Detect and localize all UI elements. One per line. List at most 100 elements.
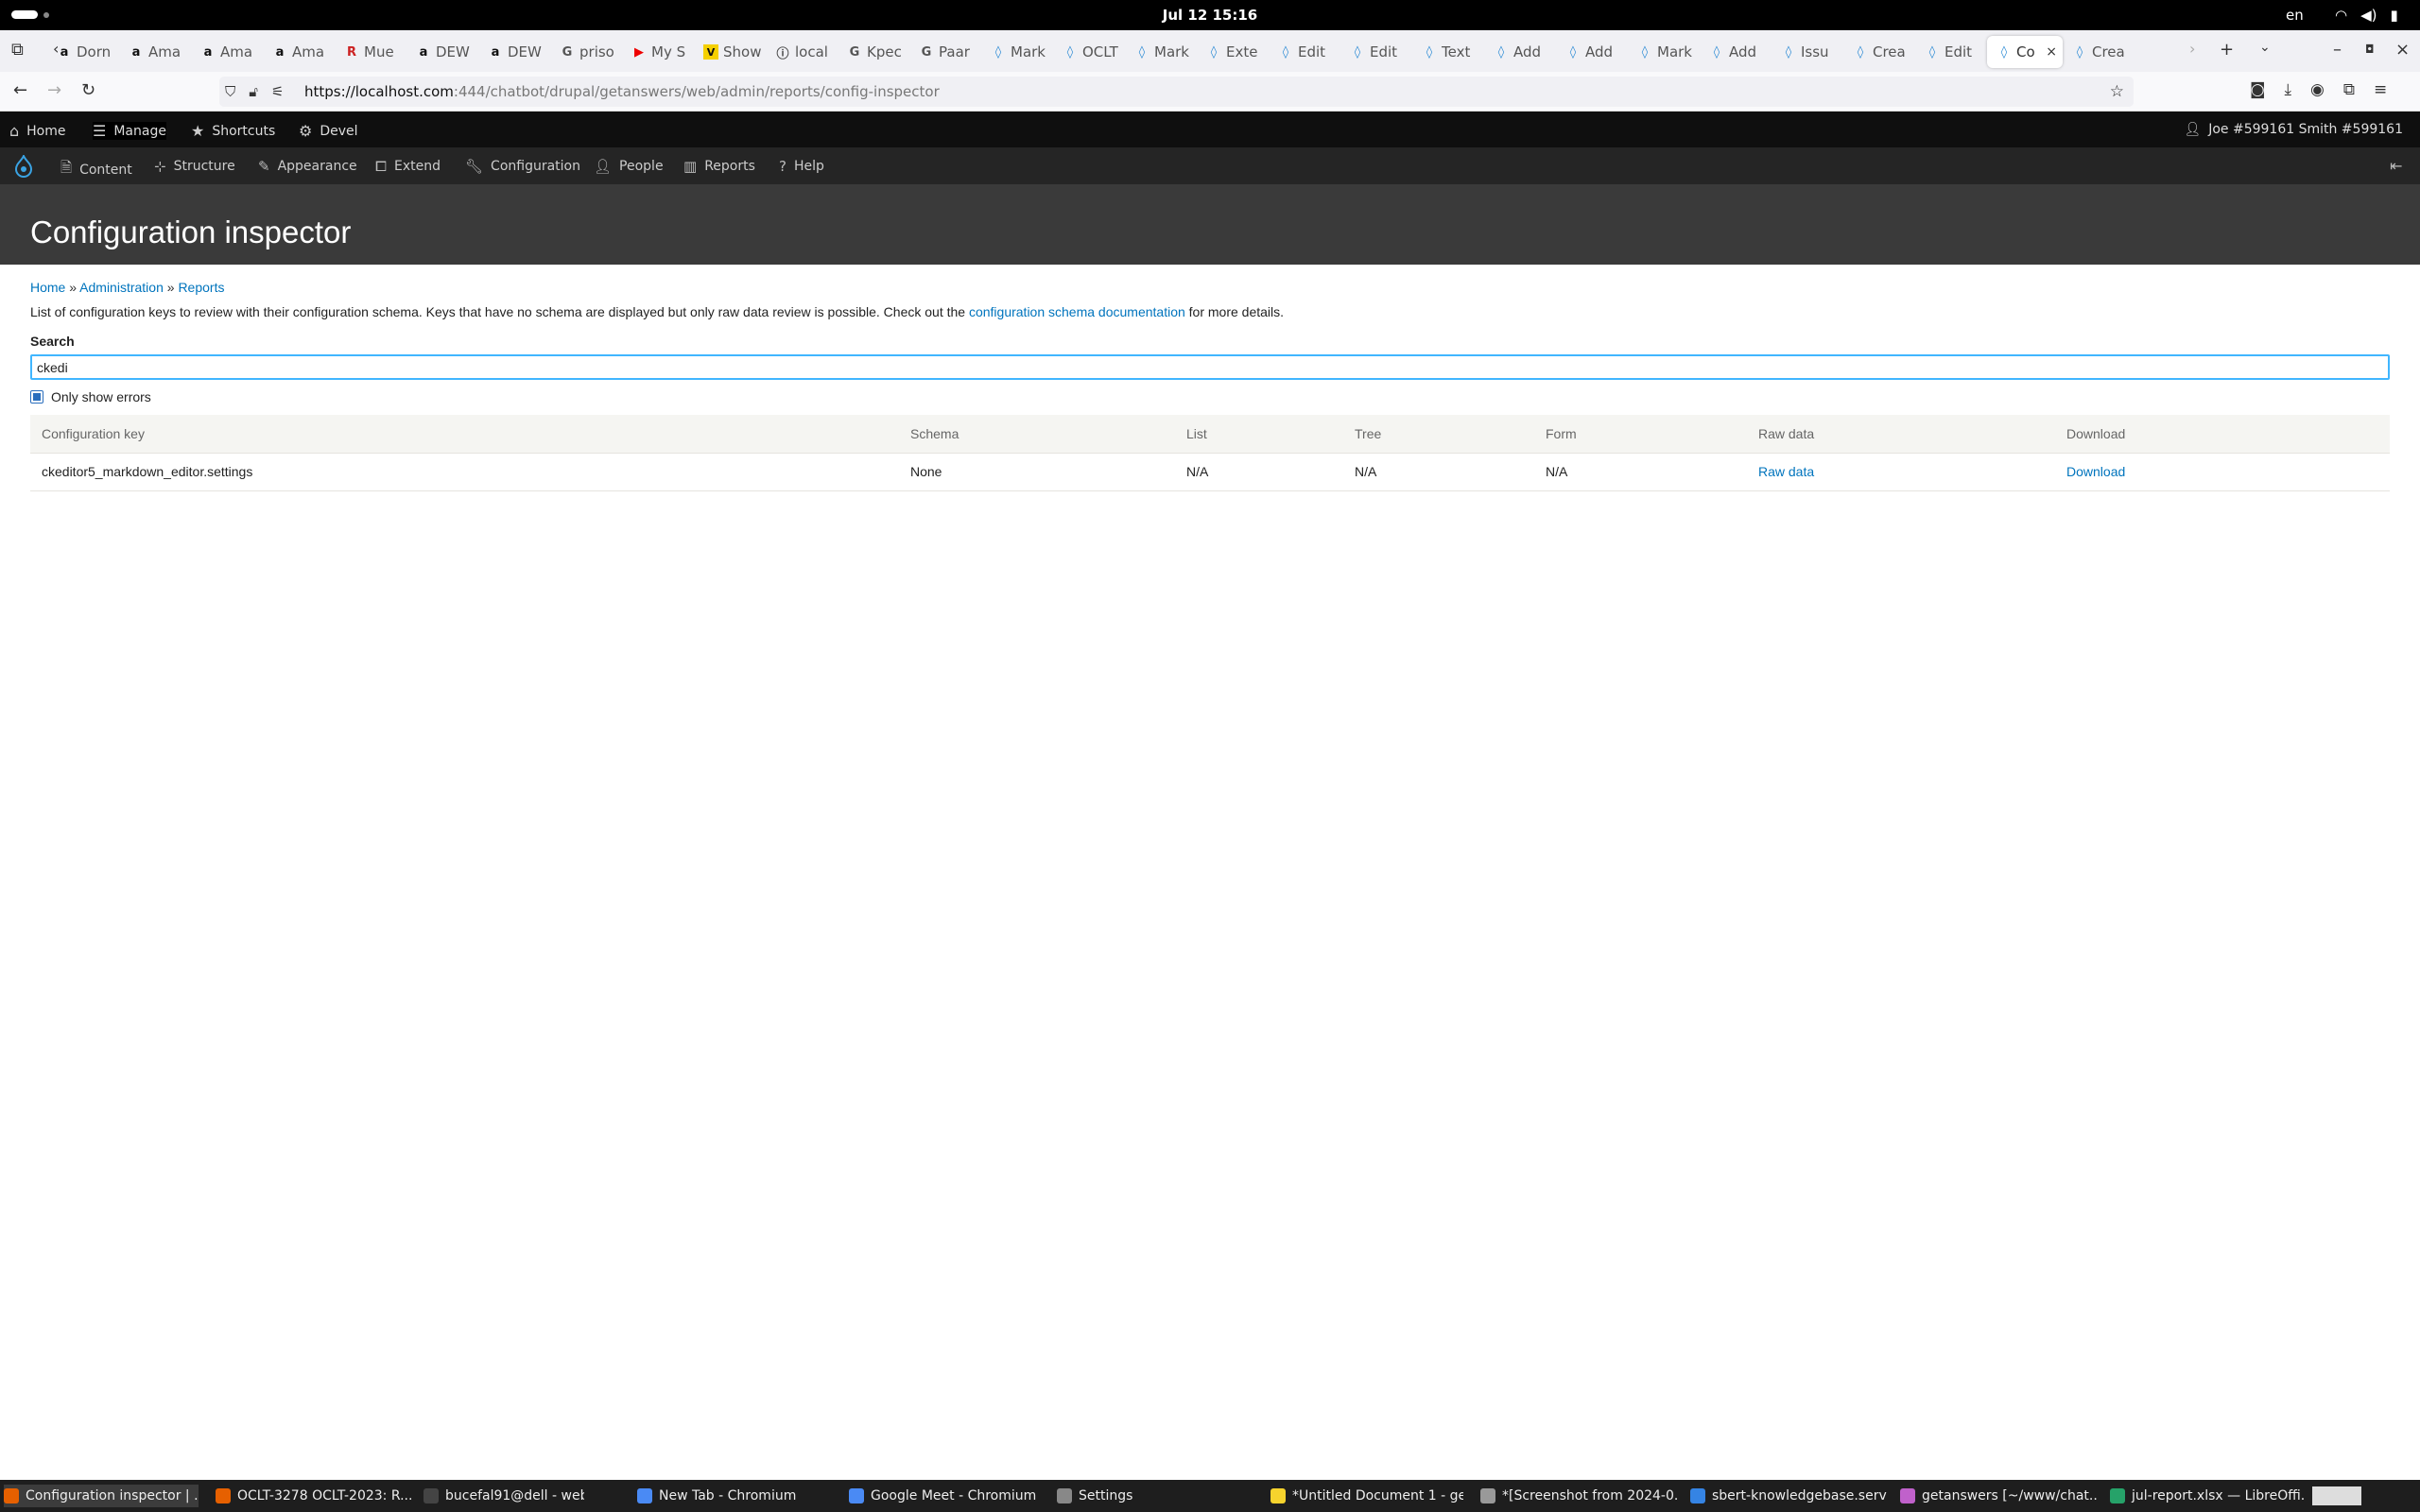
browser-tab[interactable]: ⓘ local — [766, 36, 838, 68]
browser-tab[interactable]: a Ama — [119, 36, 191, 68]
browser-tab[interactable]: V Show — [694, 36, 766, 68]
browser-tab[interactable]: a DEW — [478, 36, 550, 68]
tray-people[interactable]: 👤︎ People — [594, 158, 664, 175]
browser-tab[interactable]: G Kpec — [838, 36, 909, 68]
toolbar-shortcuts[interactable]: ★ Shortcuts — [191, 122, 275, 140]
download-link[interactable]: Download — [2066, 464, 2125, 479]
tab-overview-icon[interactable]: ⧉ — [11, 40, 24, 60]
taskbar-item[interactable]: getanswers [~/www/chat... — [1900, 1485, 2099, 1507]
pocket-icon[interactable]: ◙ — [2250, 80, 2266, 99]
amazon-icon: a — [203, 44, 213, 60]
drupal-icon: ◊ — [1928, 44, 1936, 60]
taskbar-item[interactable]: Google Meet - Chromium — [849, 1485, 1042, 1507]
browser-tab[interactable]: ◊ Crea — [2063, 36, 2135, 68]
toolbar-home[interactable]: ⌂ Home — [9, 122, 66, 140]
browser-tab[interactable]: R Mue — [335, 36, 406, 68]
browser-tab[interactable]: a Ama — [191, 36, 263, 68]
shield-icon[interactable]: ⛉ — [225, 83, 235, 100]
browser-tab[interactable]: ◊ Exte — [1197, 36, 1269, 68]
browser-tab[interactable]: a DEW — [406, 36, 478, 68]
show-desktop-button[interactable] — [2312, 1486, 2361, 1505]
header-raw-data: Raw data — [1747, 415, 2055, 454]
taskbar-item[interactable]: *Untitled Document 1 - ge... — [1270, 1485, 1463, 1507]
browser-tab[interactable]: ◊ Edit — [1269, 36, 1340, 68]
taskbar-item[interactable]: OCLT-3278 OCLT-2023: R... — [216, 1485, 418, 1507]
reload-button[interactable]: ↻ — [81, 80, 95, 100]
browser-tab[interactable]: ◊ Add — [1700, 36, 1772, 68]
search-input[interactable] — [30, 354, 2390, 380]
browser-tab[interactable]: ◊ Add — [1484, 36, 1556, 68]
bookmark-star-icon[interactable]: ☆ — [2110, 82, 2124, 101]
permissions-icon[interactable]: ⚟ — [271, 83, 284, 100]
taskbar-item[interactable]: bucefal91@dell - web — [424, 1485, 584, 1507]
header-configuration-key: Configuration key — [30, 415, 899, 454]
taskbar-item[interactable]: Settings — [1057, 1485, 1178, 1507]
system-tray[interactable]: ◠ ◀) ▮ — [2335, 7, 2398, 24]
app-icon — [1900, 1488, 1915, 1503]
browser-tab[interactable]: Gpriso — [550, 36, 622, 68]
breadcrumb-reports[interactable]: Reports — [178, 280, 224, 295]
toolbar-shortcuts-label: Shortcuts — [212, 123, 276, 139]
browser-tab[interactable]: ◊ Mark — [1125, 36, 1197, 68]
browser-tab[interactable]: ◊ Mark — [1628, 36, 1700, 68]
address-bar[interactable]: ⛉ 🔓︎ ⚟ https://localhost.com:444/chatbot… — [219, 77, 2134, 107]
browser-tab[interactable]: ◊ Mark — [981, 36, 1053, 68]
tray-appearance[interactable]: ✎ Appearance — [258, 158, 357, 175]
browser-tab[interactable]: ◊ Add — [1556, 36, 1628, 68]
new-tab-button[interactable]: + — [2220, 40, 2234, 60]
breadcrumb-home[interactable]: Home — [30, 280, 65, 295]
keyboard-language[interactable]: en — [2286, 7, 2304, 24]
raw-data-link[interactable]: Raw data — [1758, 464, 1814, 479]
browser-tab[interactable]: ◊ OCLT — [1053, 36, 1125, 68]
account-icon[interactable]: ◉ — [2310, 80, 2325, 99]
browser-tab[interactable]: ▶ My S — [622, 36, 694, 68]
tray-help[interactable]: ? Help — [779, 158, 824, 175]
close-window-button[interactable]: × — [2395, 40, 2410, 60]
browser-tab[interactable]: G Paar — [909, 36, 981, 68]
browser-tab[interactable]: ◊ Text — [1412, 36, 1484, 68]
taskbar-item-label: Configuration inspector | ... — [26, 1488, 199, 1503]
extensions-icon[interactable]: ⧉ — [2343, 80, 2355, 99]
taskbar-item-label: bucefal91@dell - web — [445, 1488, 584, 1503]
tray-extend[interactable]: ⧠ Extend — [375, 158, 441, 175]
minimize-button[interactable]: – — [2333, 40, 2342, 60]
tab-label: priso — [579, 43, 614, 60]
close-tab-icon[interactable]: × — [2046, 44, 2057, 60]
list-all-tabs-icon[interactable]: ⌄ — [2259, 40, 2271, 55]
taskbar-item[interactable]: *[Screenshot from 2024-0... — [1480, 1485, 1679, 1507]
lock-icon[interactable]: 🔓︎ — [249, 83, 258, 100]
only-errors-checkbox[interactable] — [30, 390, 43, 404]
browser-tab-active[interactable]: ◊ Co × — [1987, 36, 2063, 68]
tray-configuration[interactable]: 🔧︎ Configuration — [465, 158, 580, 175]
browser-tab[interactable]: a Ama — [263, 36, 335, 68]
maximize-button[interactable]: ◘ — [2365, 43, 2375, 56]
back-button[interactable]: ← — [13, 80, 27, 100]
toolbar-user[interactable]: 👤︎ Joe #599161 Smith #599161 — [2184, 122, 2403, 137]
menu-icon[interactable]: ≡ — [2374, 80, 2387, 99]
tray-reports[interactable]: ▥ Reports — [683, 158, 755, 175]
scroll-tabs-right-icon[interactable]: › — [2189, 40, 2195, 58]
taskbar-item[interactable]: sbert-knowledgebase.serv... — [1690, 1485, 1887, 1507]
cell-config-key: ckeditor5_markdown_editor.settings — [30, 453, 899, 491]
taskbar-item[interactable]: New Tab - Chromium — [637, 1485, 826, 1507]
orientation-toggle-icon[interactable]: ⇤ — [2390, 157, 2402, 175]
downloads-icon[interactable]: ⤓ — [2285, 80, 2292, 99]
browser-tab[interactable]: ◊ Edit — [1915, 36, 1987, 68]
browser-tab[interactable]: ◊ Crea — [1843, 36, 1915, 68]
toolbar-devel[interactable]: ⚙ Devel — [299, 122, 358, 140]
clock[interactable]: Jul 12 15:16 — [0, 7, 2420, 24]
taskbar-item[interactable]: jul-report.xlsx — LibreOffi... — [2110, 1485, 2305, 1507]
browser-tab[interactable]: ◊ Edit — [1340, 36, 1412, 68]
only-errors-label[interactable]: Only show errors — [51, 389, 151, 404]
drupal-logo-icon[interactable] — [14, 155, 33, 178]
cell-raw-data: Raw data — [1747, 453, 2055, 491]
browser-tab[interactable]: a Dorn — [47, 36, 119, 68]
taskbar-item[interactable]: Configuration inspector | ... — [4, 1485, 199, 1507]
forward-button[interactable]: → — [47, 80, 61, 100]
tray-structure[interactable]: ⊹ Structure — [154, 158, 235, 175]
breadcrumb-administration[interactable]: Administration — [79, 280, 164, 295]
schema-docs-link[interactable]: configuration schema documentation — [969, 304, 1185, 319]
toolbar-manage[interactable]: ☰ Manage — [93, 122, 166, 140]
tray-content[interactable]: 🗎︎ Content — [60, 158, 132, 181]
browser-tab[interactable]: ◊ Issu — [1772, 36, 1843, 68]
